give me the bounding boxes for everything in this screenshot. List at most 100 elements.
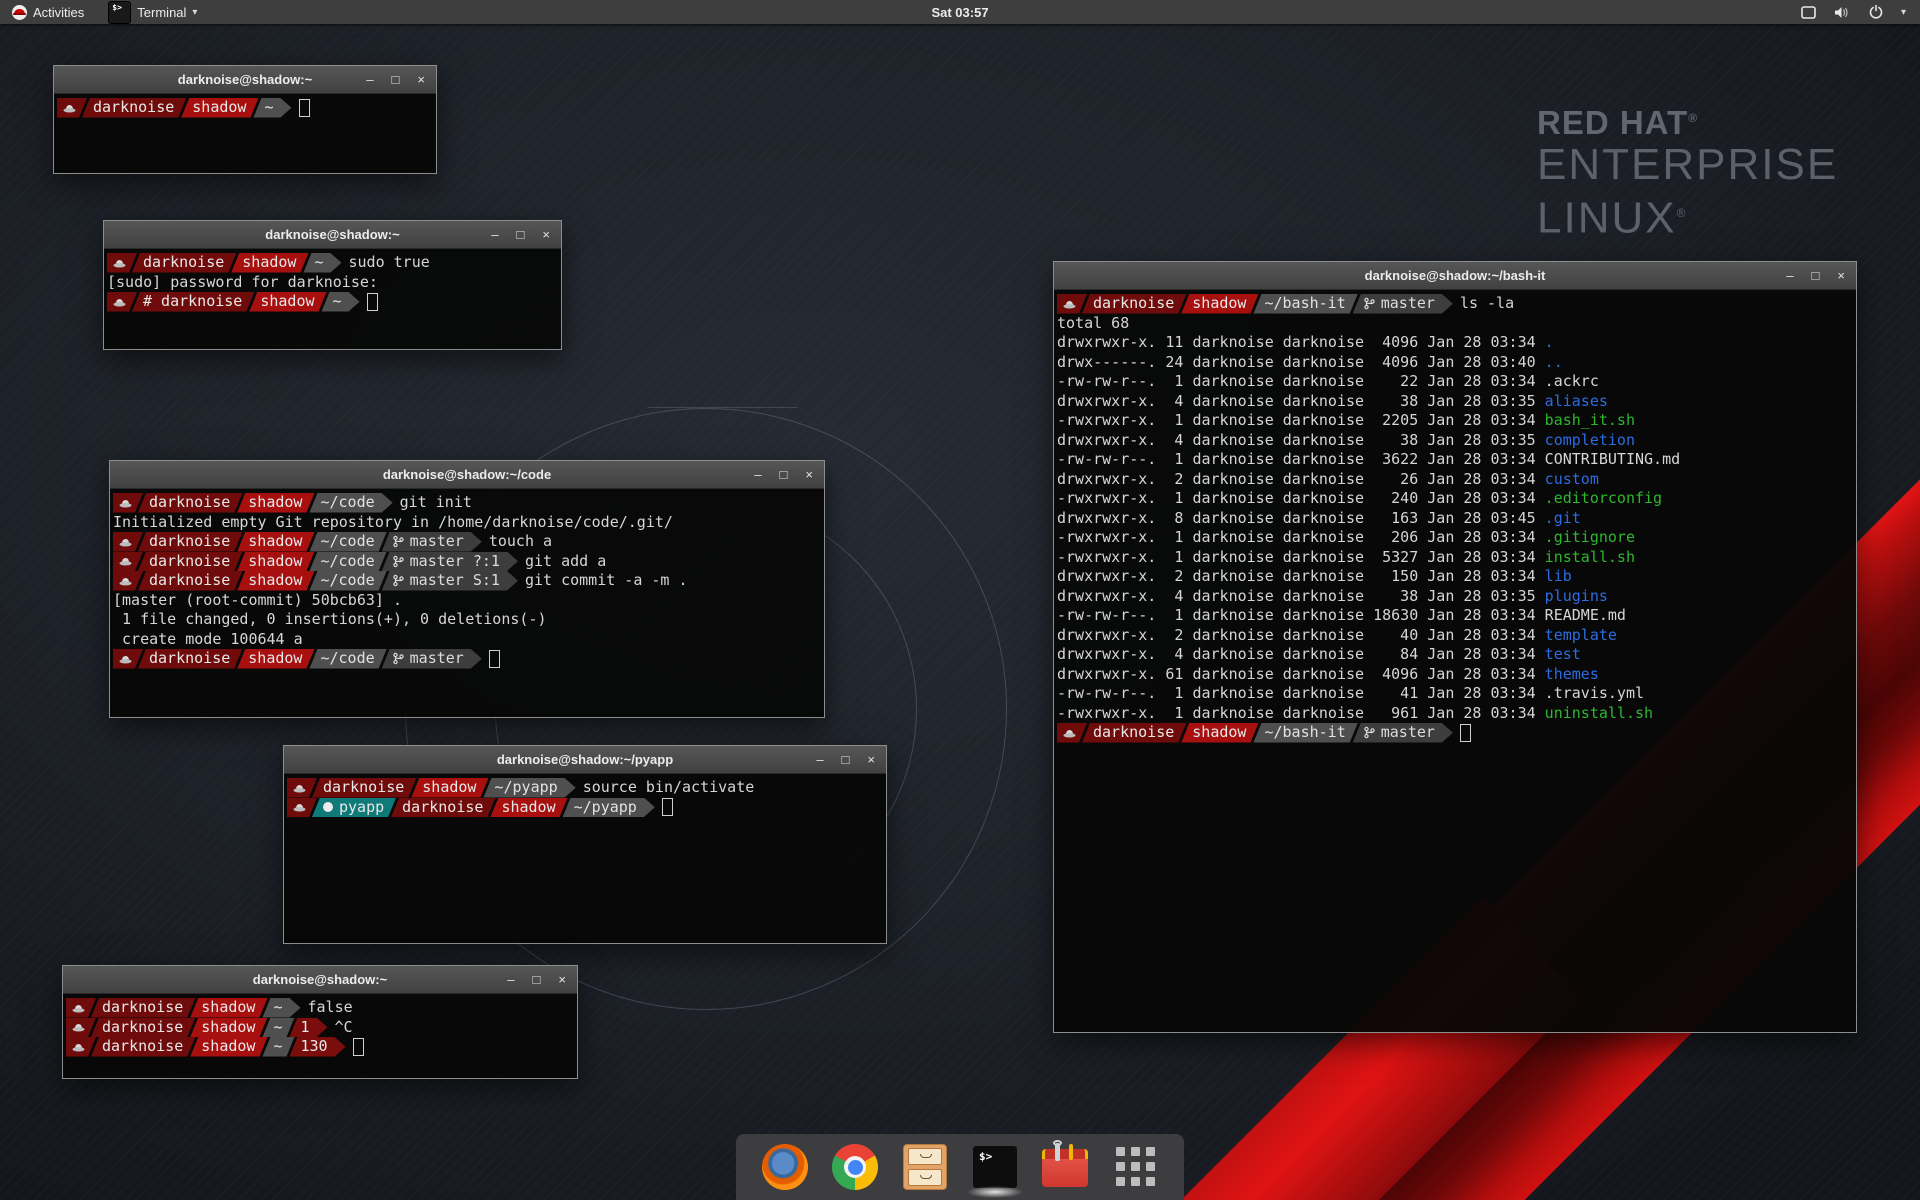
power-icon[interactable] xyxy=(1869,5,1883,19)
prompt-segment-user: darknoise xyxy=(91,1018,195,1038)
close-button[interactable]: × xyxy=(805,461,813,488)
terminal-line: pyappdarknoiseshadow~/pyapp xyxy=(287,798,883,818)
terminal-cursor xyxy=(299,99,310,117)
terminal-content[interactable]: darknoiseshadow~ xyxy=(54,94,436,173)
minimize-button[interactable]: – xyxy=(491,221,498,248)
prompt-segment-host: shadow xyxy=(1181,723,1258,743)
close-button[interactable]: × xyxy=(1837,262,1845,289)
prompt-segment-path: ~/pyapp xyxy=(563,798,655,818)
ls-entry-meta: drwxrwxr-x. 11 darknoise darknoise 4096 … xyxy=(1057,333,1545,353)
clock[interactable]: Sat 03:57 xyxy=(0,5,1920,20)
terminal-line: 1 file changed, 0 insertions(+), 0 delet… xyxy=(113,610,821,630)
close-button[interactable]: × xyxy=(417,66,425,93)
workspace-icon[interactable] xyxy=(1801,6,1816,19)
terminal-line: darknoiseshadow~/codemaster S:1git commi… xyxy=(113,571,821,591)
toolbox-icon[interactable] xyxy=(1042,1144,1088,1190)
minimize-button[interactable]: – xyxy=(754,461,761,488)
minimize-button[interactable]: – xyxy=(507,966,514,993)
file-manager-icon[interactable] xyxy=(902,1144,948,1190)
file-name: .gitignore xyxy=(1545,528,1635,548)
prompt-segment-user: darknoise xyxy=(138,493,242,513)
prompt-segment-git: master xyxy=(1353,294,1453,314)
maximize-button[interactable]: □ xyxy=(533,966,541,993)
ls-entry-meta: drwxrwxr-x. 61 darknoise darknoise 4096 … xyxy=(1057,665,1545,685)
close-button[interactable]: × xyxy=(542,221,550,248)
terminal-line: total 68 xyxy=(1057,314,1853,334)
terminal-content[interactable]: darknoiseshadow~/codegit initInitialized… xyxy=(110,489,824,717)
firefox-icon[interactable] xyxy=(762,1144,808,1190)
branding-line3: LINUX® xyxy=(1537,189,1838,243)
redhat-icon xyxy=(119,498,132,508)
terminal-content[interactable]: darknoiseshadow~sudo true[sudo] password… xyxy=(104,249,561,349)
activities-button[interactable]: Activities xyxy=(0,0,96,24)
maximize-button[interactable]: □ xyxy=(780,461,788,488)
prompt-segment-host: shadow xyxy=(1181,294,1258,314)
maximize-button[interactable]: □ xyxy=(842,746,850,773)
ls-entry-meta: -rw-rw-r--. 1 darknoise darknoise 41 Jan… xyxy=(1057,684,1545,704)
prompt-segment-user: # darknoise xyxy=(132,292,254,312)
app-grid-icon[interactable] xyxy=(1112,1144,1158,1190)
terminal-content[interactable]: darknoiseshadow~/bash-itmasterls -latota… xyxy=(1054,290,1856,1032)
redhat-icon xyxy=(1063,728,1076,738)
prompt-segment-host: shadow xyxy=(490,798,567,818)
redhat-icon xyxy=(293,802,306,812)
prompt-segment-host: shadow xyxy=(231,253,308,273)
terminal-content[interactable]: darknoiseshadow~/pyappsource bin/activat… xyxy=(284,774,886,943)
prompt-segment-exit: 130 xyxy=(290,1037,346,1057)
file-name: .. xyxy=(1545,353,1563,373)
volume-icon[interactable] xyxy=(1834,6,1851,19)
maximize-button[interactable]: □ xyxy=(517,221,525,248)
prompt-segment-user: darknoise xyxy=(91,1037,195,1057)
redhat-icon xyxy=(63,103,76,113)
window-buttons: –□ × xyxy=(816,746,886,773)
app-menu[interactable]: Terminal ▾ xyxy=(96,0,209,24)
minimize-button[interactable]: – xyxy=(1786,262,1793,289)
window-buttons: –□ × xyxy=(491,221,561,248)
window-titlebar[interactable]: darknoise@shadow:~–□× xyxy=(63,966,577,994)
maximize-button[interactable]: □ xyxy=(392,66,400,93)
ls-entry-meta: drwxrwxr-x. 4 darknoise darknoise 38 Jan… xyxy=(1057,587,1545,607)
window-titlebar[interactable]: darknoise@shadow:~/bash-it–□ × xyxy=(1054,262,1856,290)
terminal-line: -rwxrwxr-x. 1 darknoise darknoise 2205 J… xyxy=(1057,411,1853,431)
activities-label: Activities xyxy=(33,5,84,20)
terminal-line: darknoiseshadow~/codemastertouch a xyxy=(113,532,821,552)
wallpaper-line xyxy=(648,407,798,408)
window-titlebar[interactable]: darknoise@shadow:~–□× xyxy=(104,221,561,249)
prompt-segment-path: ~ xyxy=(253,98,291,118)
prompt-segment-path: ~ xyxy=(262,998,300,1018)
prompt-segment-git: master S:1 xyxy=(382,571,518,591)
redhat-icon xyxy=(113,297,126,307)
terminal-cursor xyxy=(1460,724,1471,742)
terminal-window: darknoise@shadow:~/pyapp–□ ×darknoiseshad… xyxy=(283,745,887,944)
terminal-content[interactable]: darknoiseshadow~falsedarknoiseshadow~1^C… xyxy=(63,994,577,1078)
terminal-line: drwxrwxr-x. 4 darknoise darknoise 38 Jan… xyxy=(1057,392,1853,412)
window-titlebar[interactable]: darknoise@shadow:~–□× xyxy=(54,66,436,94)
prompt-segment-host: shadow xyxy=(411,778,488,798)
close-button[interactable]: × xyxy=(558,966,566,993)
caret-down-icon[interactable]: ▾ xyxy=(1901,7,1906,18)
minimize-button[interactable]: – xyxy=(816,746,823,773)
terminal-line: drwx------. 24 darknoise darknoise 4096 … xyxy=(1057,353,1853,373)
minimize-button[interactable]: – xyxy=(366,66,373,93)
prompt-segment-path: ~/bash-it xyxy=(1253,723,1357,743)
ls-entry-meta: -rwxrwxr-x. 1 darknoise darknoise 961 Ja… xyxy=(1057,704,1545,724)
prompt-segment-user: darknoise xyxy=(91,998,195,1018)
running-indicator xyxy=(967,1186,1023,1198)
close-button[interactable]: × xyxy=(867,746,875,773)
ls-entry-meta: drwxrwxr-x. 8 darknoise darknoise 163 Ja… xyxy=(1057,509,1545,529)
terminal-line: -rwxrwxr-x. 1 darknoise darknoise 961 Ja… xyxy=(1057,704,1853,724)
maximize-button[interactable]: □ xyxy=(1812,262,1820,289)
window-titlebar[interactable]: darknoise@shadow:~/code–□× xyxy=(110,461,824,489)
git-branch-icon xyxy=(393,535,404,548)
window-titlebar[interactable]: darknoise@shadow:~/pyapp–□ × xyxy=(284,746,886,774)
chrome-icon[interactable] xyxy=(832,1144,878,1190)
terminal-icon[interactable] xyxy=(972,1144,1018,1190)
window-title: darknoise@shadow:~/pyapp xyxy=(284,752,886,767)
command-text: ^C xyxy=(335,1018,353,1038)
window-title: darknoise@shadow:~/bash-it xyxy=(1054,268,1856,283)
prompt-segment-host: shadow xyxy=(237,571,314,591)
terminal-line: drwxrwxr-x. 2 darknoise darknoise 40 Jan… xyxy=(1057,626,1853,646)
prompt-segment-host: shadow xyxy=(190,998,267,1018)
terminal-line: darknoiseshadow~/bash-itmasterls -la xyxy=(1057,294,1853,314)
terminal-line: darknoiseshadow~false xyxy=(66,998,574,1018)
